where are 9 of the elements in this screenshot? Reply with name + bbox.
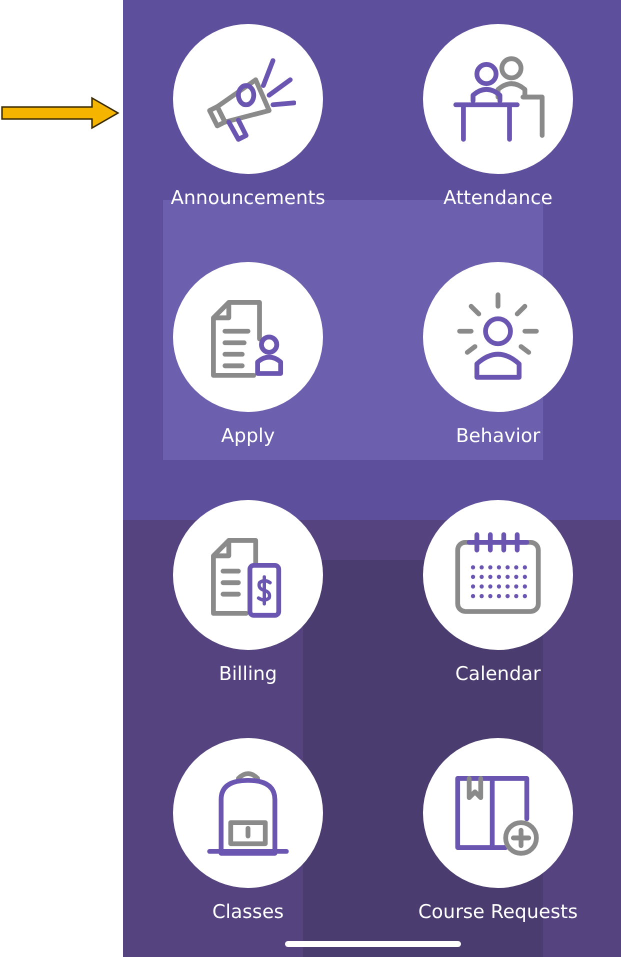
tile-label: Billing — [218, 662, 278, 686]
arrow-icon — [0, 96, 120, 130]
tile-label: Announcements — [170, 186, 326, 210]
tile-label: Behavior — [456, 424, 540, 448]
tile-label: Calendar — [455, 662, 541, 686]
tile-label: Course Requests — [418, 900, 578, 924]
tile-label: Classes — [212, 900, 284, 924]
tile-label: Apply — [221, 424, 275, 448]
tile-label: Attendance — [443, 186, 553, 210]
